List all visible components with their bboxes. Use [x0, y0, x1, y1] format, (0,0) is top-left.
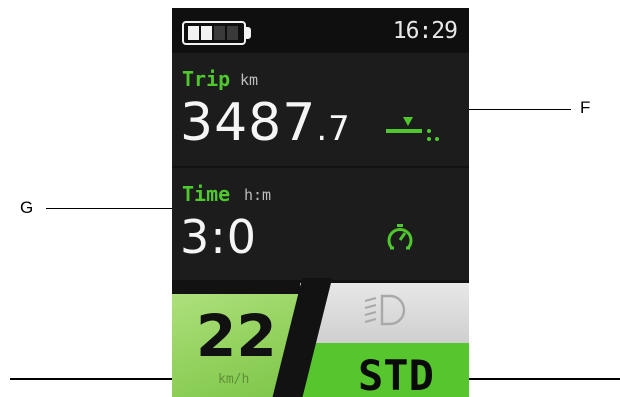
speed-unit: km/h — [218, 372, 250, 387]
time-title: Time — [182, 182, 231, 206]
trip-reset-icon[interactable] — [384, 115, 440, 145]
time-unit: h:m — [244, 186, 272, 204]
bike-display: 16:29 Trip km 3487.7 Time h:m 3:0 22 km/… — [172, 8, 469, 397]
assist-mode-button[interactable]: STD — [300, 343, 469, 397]
trip-panel[interactable]: Trip km 3487.7 — [172, 53, 469, 166]
trip-value: 3487.7 — [180, 93, 351, 153]
battery-cell — [201, 26, 212, 40]
callout-label-g: G — [20, 198, 34, 217]
assist-mode-label: STD — [358, 351, 434, 397]
callout-line-g — [46, 208, 188, 209]
headlight-icon — [364, 294, 406, 326]
trip-title: Trip — [182, 67, 231, 91]
stopwatch-icon — [387, 224, 413, 250]
battery-cell — [188, 26, 199, 40]
battery-icon — [182, 21, 246, 45]
baseline-left — [10, 378, 172, 380]
battery-tip — [246, 27, 251, 39]
clock: 16:29 — [392, 18, 458, 44]
trip-value-main: 3487 — [180, 93, 317, 153]
speed-value: 22 — [196, 302, 277, 370]
battery-cell — [227, 26, 238, 40]
trip-value-decimal: .7 — [316, 109, 351, 149]
baseline-right — [469, 378, 620, 380]
status-bar: 16:29 — [172, 8, 469, 52]
time-panel[interactable]: Time h:m 3:0 — [172, 168, 469, 280]
time-value: 3:0 — [180, 210, 258, 264]
battery-cell — [214, 26, 225, 40]
trip-unit: km — [240, 71, 259, 89]
callout-label-f: F — [580, 98, 591, 117]
